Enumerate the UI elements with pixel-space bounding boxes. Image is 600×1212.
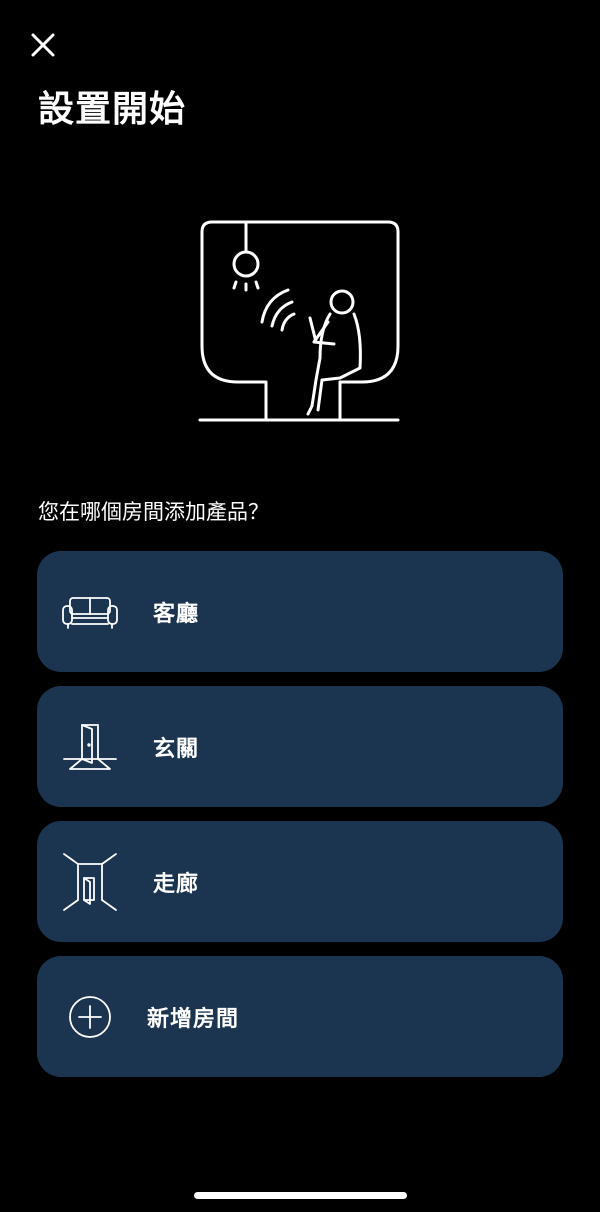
room-item-living-room[interactable]: 客廳 [37, 551, 563, 672]
home-indicator[interactable] [194, 1192, 407, 1199]
add-room-button[interactable]: 新增房間 [37, 956, 563, 1077]
person-room-speaker-icon [198, 220, 400, 422]
room-item-label: 客廳 [153, 601, 200, 627]
room-list: 客廳 玄關 走廊 新增房間 [37, 551, 563, 1091]
plus-circle-icon [59, 986, 121, 1048]
hero-illustration [190, 210, 410, 430]
entrance-door-icon [59, 716, 121, 778]
room-item-label: 玄關 [153, 736, 200, 762]
sofa-icon [59, 581, 121, 643]
room-question: 您在哪個房間添加產品？ [38, 500, 269, 524]
add-room-label: 新增房間 [147, 1006, 240, 1032]
page-title: 設置開始 [38, 89, 187, 130]
room-item-label: 走廊 [153, 871, 200, 897]
close-icon [31, 33, 55, 57]
room-item-hallway[interactable]: 走廊 [37, 821, 563, 942]
close-button[interactable] [24, 26, 62, 64]
room-item-entrance[interactable]: 玄關 [37, 686, 563, 807]
hallway-icon [59, 851, 121, 913]
